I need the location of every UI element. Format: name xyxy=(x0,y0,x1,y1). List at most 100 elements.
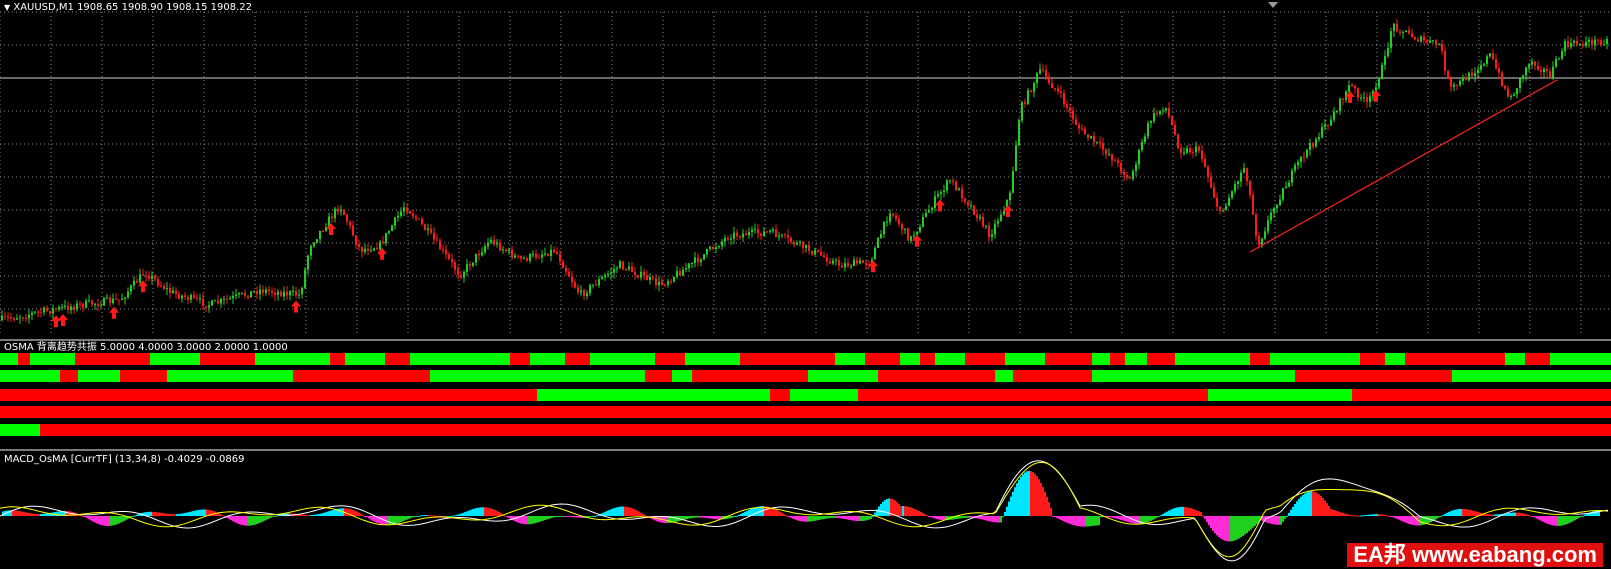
macd-histogram-bar xyxy=(1398,516,1400,520)
candle-body xyxy=(682,269,684,276)
candle-body xyxy=(52,308,54,314)
macd-histogram-bar xyxy=(1250,516,1252,530)
candle-body xyxy=(748,231,750,236)
macd-histogram-bar xyxy=(810,516,812,522)
candle-body xyxy=(142,274,144,276)
macd-histogram-bar xyxy=(1114,516,1116,519)
osma-bar-segment xyxy=(530,353,565,365)
macd-histogram-bar xyxy=(418,515,420,517)
macd-histogram-bar xyxy=(434,515,436,517)
candle-body xyxy=(1348,85,1350,92)
candle-body xyxy=(1126,174,1128,178)
osma-bar-segment xyxy=(40,424,1611,436)
macd-histogram-bar xyxy=(526,516,528,525)
macd-histogram-bar xyxy=(542,516,544,521)
candle-body xyxy=(262,289,264,293)
candle-body xyxy=(76,303,78,310)
macd-histogram-bar xyxy=(42,513,44,516)
up-arrow-shape xyxy=(109,306,119,319)
candle-body xyxy=(991,234,993,237)
macd-histogram-bar xyxy=(1084,516,1086,527)
macd-histogram-bar xyxy=(1060,516,1062,520)
macd-histogram-bar xyxy=(1252,516,1254,528)
macd-histogram-bar xyxy=(1200,512,1202,516)
candle-body xyxy=(1180,147,1182,154)
candle-body xyxy=(490,239,492,243)
candle-body xyxy=(55,308,57,310)
macd-histogram-bar xyxy=(1450,511,1452,516)
candle-body xyxy=(460,274,462,278)
trendline[interactable] xyxy=(1249,79,1558,253)
candle-body xyxy=(232,295,234,299)
macd-histogram-bar xyxy=(334,509,336,516)
pane-separator-osma[interactable] xyxy=(0,339,1611,341)
macd-histogram-bar xyxy=(1204,516,1206,519)
candle-body xyxy=(1225,205,1227,210)
macd-histogram-bar xyxy=(1098,516,1100,526)
macd-histogram-bar xyxy=(462,512,464,516)
macd-histogram-bar xyxy=(362,514,364,516)
macd-histogram-bar xyxy=(464,512,466,516)
candle-body xyxy=(409,211,411,214)
up-arrow-shape xyxy=(291,300,301,313)
macd-histogram-bar xyxy=(1010,496,1012,516)
candle-body xyxy=(286,291,288,296)
macd-histogram-bar xyxy=(868,516,870,520)
candle-body xyxy=(694,257,696,263)
macd-histogram-bar xyxy=(512,516,514,521)
candle-body xyxy=(34,311,36,313)
macd-histogram-bar xyxy=(408,516,410,519)
macd-histogram-bar xyxy=(34,513,36,516)
candle-body xyxy=(256,291,258,295)
candle-body xyxy=(556,252,558,254)
macd-histogram-bar xyxy=(328,511,330,516)
macd-histogram-bar xyxy=(1148,516,1150,522)
pane-separator-macd[interactable] xyxy=(0,449,1611,451)
candle-body xyxy=(1486,56,1488,64)
macd-histogram-bar xyxy=(314,514,316,516)
trading-chart[interactable] xyxy=(0,0,1611,569)
macd-histogram-bar xyxy=(814,516,816,521)
macd-histogram-bar xyxy=(98,516,100,525)
macd-histogram-bar xyxy=(1366,514,1368,516)
candle-body xyxy=(589,285,591,294)
macd-histogram-bar xyxy=(1088,516,1090,527)
macd-histogram-bar xyxy=(12,510,14,516)
candle-body xyxy=(1093,135,1095,143)
macd-histogram-bar xyxy=(1454,509,1456,516)
macd-histogram-bar xyxy=(536,516,538,523)
macd-histogram-bar xyxy=(396,516,398,524)
candle-body xyxy=(994,223,996,235)
macd-histogram-bar xyxy=(422,515,424,517)
chart-shift-marker-icon[interactable] xyxy=(1268,2,1278,8)
macd-histogram-bar xyxy=(494,509,496,516)
macd-histogram-bar xyxy=(1338,511,1340,516)
macd-histogram-bar xyxy=(1138,516,1140,524)
main-chart-title: XAUUSD,M1 1908.65 1908.90 1908.15 1908.2… xyxy=(13,2,253,13)
candle-body xyxy=(1009,192,1011,200)
candle-body xyxy=(901,224,903,230)
macd-histogram-bar xyxy=(1508,512,1510,516)
macd-histogram-bar xyxy=(1576,516,1578,520)
macd-histogram-bar xyxy=(922,513,924,516)
candle-body xyxy=(331,216,333,219)
candle-body xyxy=(358,244,360,248)
macd-histogram-bar xyxy=(640,512,642,516)
macd-histogram-bar xyxy=(44,513,46,516)
macd-histogram-bar xyxy=(482,507,484,516)
candle-body xyxy=(226,298,228,300)
macd-histogram-bar xyxy=(774,509,776,516)
macd-histogram-bar xyxy=(746,510,748,516)
price-candles[interactable] xyxy=(1,18,1608,324)
osma-bar-segment xyxy=(1208,389,1352,401)
osma-bar-segment xyxy=(1013,370,1092,382)
candle-body xyxy=(1108,154,1110,156)
macd-histogram-bar xyxy=(1342,512,1344,516)
collapse-triangle-icon[interactable]: ▼ xyxy=(4,3,10,12)
candle-body xyxy=(241,292,243,294)
candle-body xyxy=(886,221,888,223)
macd-histogram-bar xyxy=(1026,471,1028,516)
macd-histogram-bar xyxy=(734,516,736,517)
candle-body xyxy=(1462,77,1464,81)
macd-histogram-bar xyxy=(272,516,274,517)
